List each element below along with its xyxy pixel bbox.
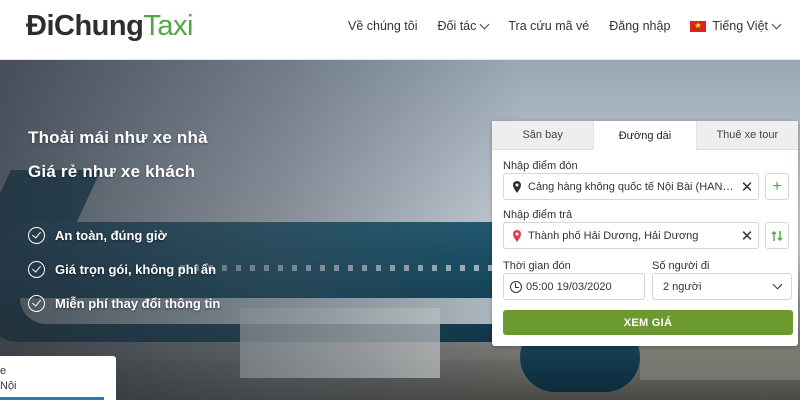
- add-stop-button[interactable]: +: [765, 173, 789, 200]
- nav-login-label: Đăng nhập: [609, 19, 671, 33]
- swap-locations-button[interactable]: [765, 222, 789, 249]
- hero-tagline-1: Thoải mái như xe nhà: [28, 128, 208, 147]
- site-header: Đi Chung Taxi Về chúng tôi Đối tác Tra cứu…: [0, 0, 800, 60]
- partial-card-line-2: Nội: [0, 380, 17, 392]
- logo-part-taxi: Taxi: [143, 9, 193, 42]
- clear-dropoff-button[interactable]: ✕: [736, 223, 758, 248]
- check-circle-icon: [28, 295, 45, 312]
- nav-partners-label: Đối tác: [437, 19, 477, 33]
- feature-item: Giá trọn gói, không phí ẩn: [28, 261, 216, 278]
- vietnam-flag-icon: [690, 20, 707, 32]
- dichung-taxi-logo[interactable]: Đi Chung Taxi: [26, 6, 193, 46]
- tab-long-distance[interactable]: Đường dài: [593, 121, 697, 150]
- nav-partners[interactable]: Đối tác: [437, 19, 490, 33]
- hero-tagline-2: Giá rẻ như xe khách: [28, 162, 196, 181]
- clock-icon: [510, 280, 522, 293]
- chevron-down-icon: [772, 279, 783, 290]
- tab-tour-rental[interactable]: Thuê xe tour: [696, 121, 798, 150]
- main-nav: Về chúng tôi Đối tác Tra cứu mã vé Đăng …: [348, 0, 800, 52]
- nav-about-label: Về chúng tôi: [347, 19, 418, 33]
- nav-about[interactable]: Về chúng tôi: [348, 19, 418, 33]
- booking-tabs: Sân bay Đường dài Thuê xe tour: [492, 121, 798, 150]
- pickup-time-field[interactable]: 05:00 19/03/2020: [503, 273, 645, 300]
- check-circle-icon: [28, 227, 45, 244]
- logo-part-di: Đi: [26, 9, 55, 42]
- nav-ticket-lookup[interactable]: Tra cứu mã vé: [508, 19, 589, 33]
- tab-airport[interactable]: Sân bay: [492, 121, 594, 150]
- feature-label: Giá trọn gói, không phí ẩn: [55, 262, 217, 277]
- pickup-field[interactable]: Cảng hàng không quốc tế Nội Bài (HAN), S…: [503, 173, 759, 200]
- language-label: Tiếng Việt: [712, 19, 768, 33]
- nav-login[interactable]: Đăng nhập: [609, 19, 670, 33]
- clear-pickup-button[interactable]: ✕: [736, 174, 758, 199]
- dropoff-label: Nhập điểm trả: [503, 209, 573, 221]
- passengers-label: Số người đi: [652, 260, 710, 272]
- language-selector[interactable]: Tiếng Việt: [690, 19, 782, 33]
- plus-icon: +: [772, 177, 782, 195]
- view-price-button[interactable]: XEM GIÁ: [503, 310, 793, 335]
- dropoff-value: Thành phố Hải Dương, Hải Dương: [528, 229, 699, 242]
- logo-part-chung: Chung: [54, 9, 144, 42]
- map-pin-icon: [513, 180, 521, 193]
- check-circle-icon: [28, 261, 45, 278]
- passengers-select[interactable]: 2 người: [652, 273, 792, 300]
- partial-card-line-1: e: [0, 365, 7, 377]
- feature-item: Miễn phí thay đổi thông tin: [28, 295, 220, 312]
- feature-label: An toàn, đúng giờ: [55, 228, 167, 243]
- chevron-down-icon: [479, 19, 490, 29]
- feature-item: An toàn, đúng giờ: [28, 227, 167, 244]
- pickup-time-label: Thời gian đón: [503, 260, 571, 272]
- partial-card[interactable]: e Nội: [0, 356, 116, 400]
- pickup-value: Cảng hàng không quốc tế Nội Bài (HAN), S…: [528, 180, 736, 193]
- pickup-label: Nhập điểm đón: [503, 160, 578, 172]
- pickup-time-value: 05:00 19/03/2020: [526, 280, 612, 293]
- swap-arrows-icon: [771, 230, 783, 241]
- map-pin-icon: [513, 229, 521, 242]
- chevron-down-icon: [771, 19, 782, 29]
- booking-panel: Sân bay Đường dài Thuê xe tour Nhập điểm…: [492, 121, 798, 346]
- passengers-value: 2 người: [663, 280, 702, 293]
- feature-label: Miễn phí thay đổi thông tin: [55, 296, 221, 311]
- nav-lookup-label: Tra cứu mã vé: [508, 19, 590, 33]
- dropoff-field[interactable]: Thành phố Hải Dương, Hải Dương ✕: [503, 222, 759, 249]
